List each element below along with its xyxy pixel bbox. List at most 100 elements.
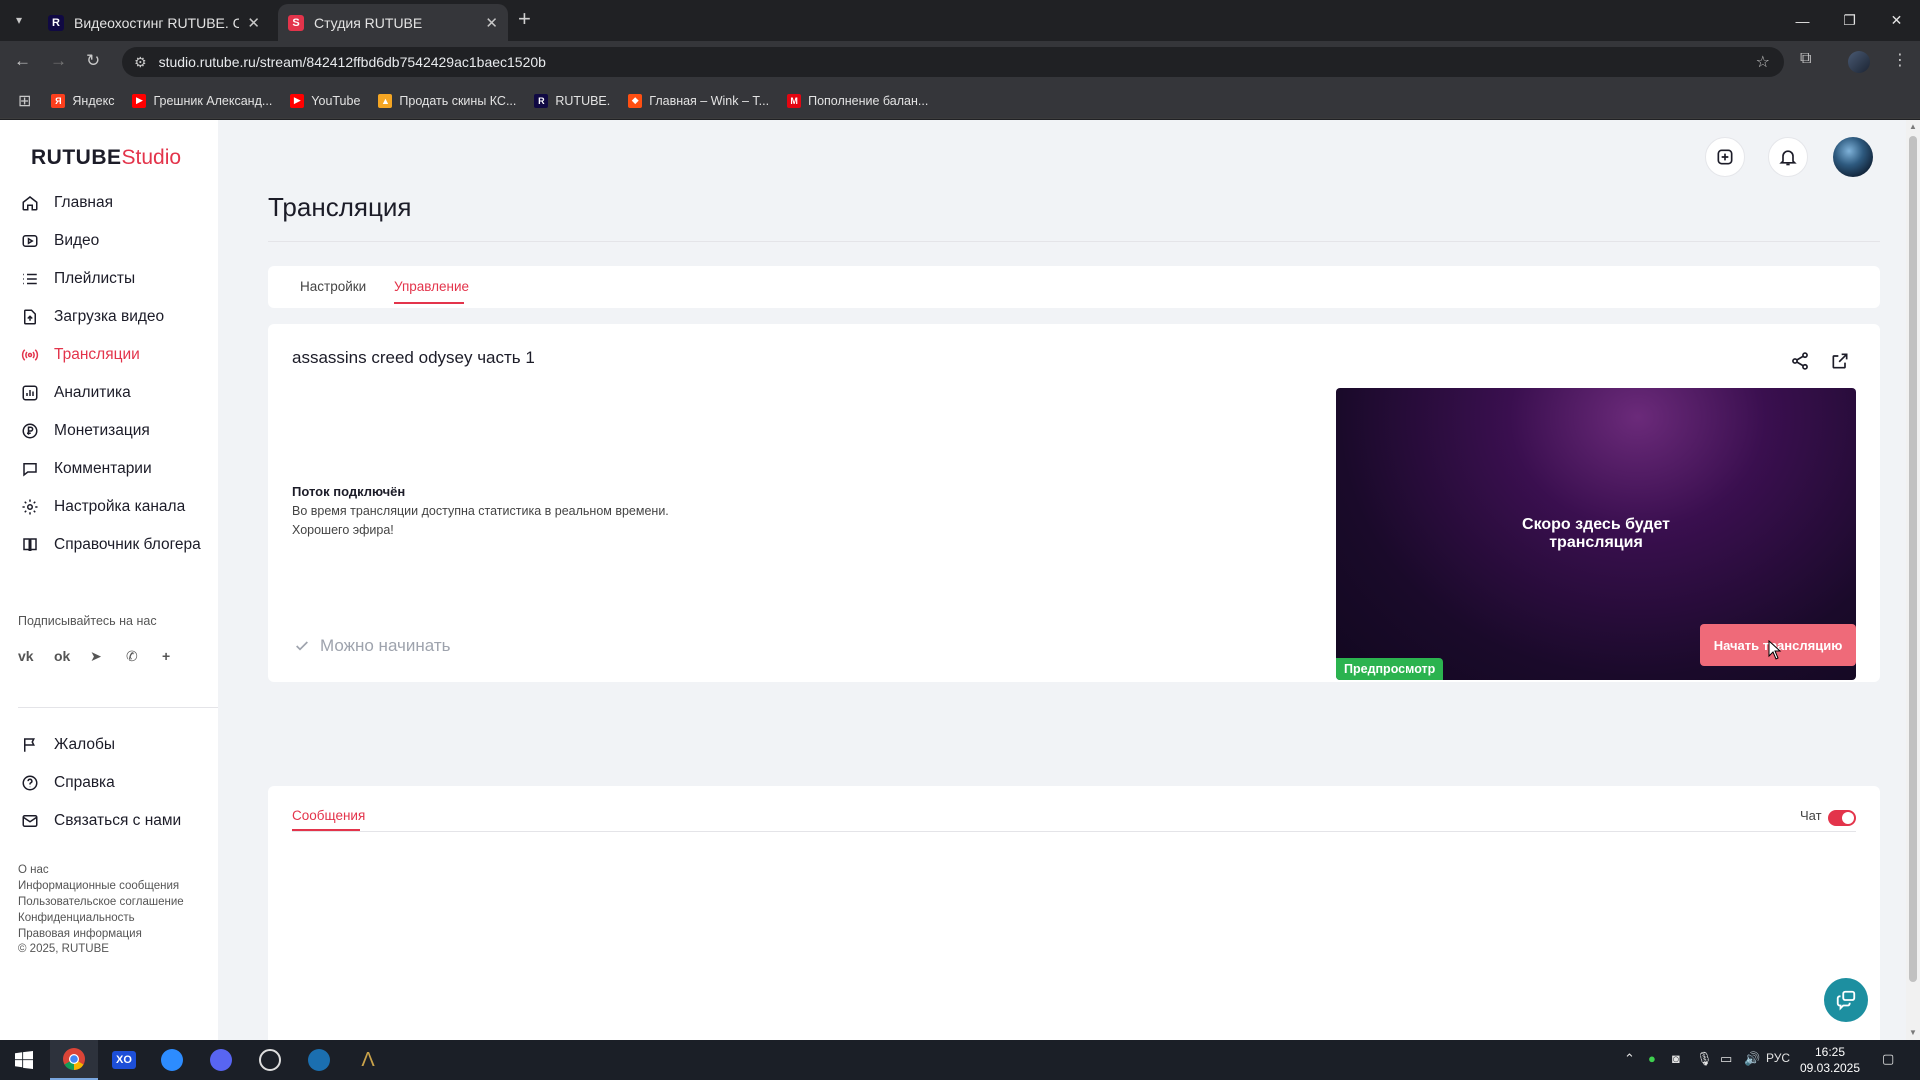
windows-start-icon[interactable] bbox=[0, 1040, 48, 1080]
apps-grid-icon[interactable]: ⊞ bbox=[18, 91, 31, 111]
comments-icon bbox=[20, 459, 40, 479]
ok-icon[interactable]: ok bbox=[54, 644, 90, 668]
wink-icon: ◆ bbox=[628, 93, 643, 108]
sidebar-item-analytics[interactable]: Аналитика bbox=[0, 374, 218, 412]
upload-icon bbox=[20, 307, 40, 327]
sidebar-item-upload[interactable]: Загрузка видео bbox=[0, 298, 218, 336]
bookmark-item[interactable]: ▲ Продать скины КС... bbox=[378, 93, 516, 108]
restore-icon[interactable]: ❐ bbox=[1826, 0, 1873, 41]
footer-link[interactable]: Пользовательское соглашение bbox=[18, 894, 184, 910]
obs-icon[interactable] bbox=[246, 1040, 294, 1080]
bookmark-item[interactable]: Я Яндекс bbox=[51, 93, 114, 108]
bookmark-item[interactable]: ▶ YouTube bbox=[290, 93, 360, 108]
sidebar-item-blogger-guide[interactable]: Справочник блогера bbox=[0, 526, 218, 564]
window-close-icon[interactable]: ✕ bbox=[1873, 0, 1920, 41]
ready-label: Можно начинать bbox=[320, 636, 451, 655]
extensions-icon[interactable]: ⧉ bbox=[1800, 50, 1811, 68]
support-chat-button[interactable] bbox=[1824, 978, 1868, 1022]
sidebar-item-label: Трансляции bbox=[54, 346, 140, 363]
bookmark-item[interactable]: R RUTUBE. bbox=[534, 93, 610, 108]
camera-icon[interactable]: ◙ bbox=[1672, 1051, 1680, 1066]
user-avatar[interactable] bbox=[1833, 137, 1873, 177]
create-button[interactable] bbox=[1705, 137, 1745, 177]
clock[interactable]: 16:25 09.03.2025 bbox=[1790, 1044, 1870, 1076]
steam-icon[interactable] bbox=[295, 1040, 343, 1080]
network-icon[interactable]: ▭ bbox=[1720, 1051, 1732, 1067]
address-bar[interactable]: ⚙ studio.rutube.ru/stream/842412ffbd6db7… bbox=[122, 47, 1784, 77]
bookmark-item[interactable]: ◆ Главная – Wink – Т... bbox=[628, 93, 769, 108]
close-tab-icon[interactable]: ✕ bbox=[247, 14, 260, 32]
bookmark-item[interactable]: ▶ Грешник Александ... bbox=[132, 93, 272, 108]
game-app-icon[interactable]: Λ bbox=[344, 1040, 392, 1080]
scrollbar-thumb[interactable] bbox=[1909, 136, 1917, 982]
browser-tab-studio[interactable]: S Студия RUTUBE ✕ bbox=[278, 4, 508, 41]
language-indicator[interactable]: РУС bbox=[1766, 1051, 1790, 1065]
zoom-app-icon[interactable] bbox=[148, 1040, 196, 1080]
reload-icon[interactable]: ↻ bbox=[86, 51, 100, 71]
discord-icon[interactable] bbox=[197, 1040, 245, 1080]
tab-messages[interactable]: Сообщения bbox=[292, 808, 365, 823]
preview-text-line: Скоро здесь будет bbox=[1522, 516, 1670, 533]
chat-divider bbox=[292, 831, 1856, 832]
share-icon[interactable] bbox=[1790, 351, 1810, 376]
browser-profile-avatar[interactable] bbox=[1848, 51, 1870, 73]
viber-icon[interactable]: ✆ bbox=[126, 644, 162, 668]
sidebar-item-broadcasts[interactable]: Трансляции bbox=[0, 336, 218, 374]
browser-tab-rutube[interactable]: R Видеохостинг RUTUBE. Смотр ✕ bbox=[38, 4, 270, 41]
social-links: vk ok ➤ ✆ + bbox=[18, 644, 198, 668]
tab-settings[interactable]: Настройки bbox=[300, 279, 366, 294]
microphone-icon[interactable]: 🎙 bbox=[1696, 1051, 1713, 1067]
footer-link[interactable]: Информационные сообщения bbox=[18, 878, 184, 894]
sidebar-item-home[interactable]: Главная bbox=[0, 184, 218, 222]
sidebar-secondary-menu: Жалобы Справка Связаться с нами bbox=[0, 726, 218, 840]
back-icon[interactable]: ← bbox=[14, 51, 31, 71]
sidebar-item-monetization[interactable]: Монетизация bbox=[0, 412, 218, 450]
shield-icon[interactable]: ● bbox=[1648, 1051, 1656, 1066]
sidebar-item-complaints[interactable]: Жалобы bbox=[0, 726, 218, 764]
plus-square-icon bbox=[1717, 149, 1733, 165]
tab-management[interactable]: Управление bbox=[394, 279, 469, 294]
volume-icon[interactable]: 🔊 bbox=[1744, 1051, 1760, 1067]
notification-center-icon[interactable]: ▢ bbox=[1882, 1051, 1894, 1067]
vk-icon[interactable]: vk bbox=[18, 644, 54, 668]
tab-search-button[interactable]: ▾ bbox=[6, 8, 32, 32]
scroll-down-icon[interactable]: ▼ bbox=[1909, 1028, 1917, 1037]
telegram-icon[interactable]: ➤ bbox=[90, 644, 126, 668]
sidebar-item-label: Плейлисты bbox=[54, 270, 136, 287]
flag-icon bbox=[20, 735, 40, 755]
sidebar: RUTUBEStudio Главная Видео Плейлисты Заг… bbox=[0, 120, 218, 1040]
forward-icon[interactable]: → bbox=[50, 51, 67, 71]
footer-link[interactable]: Конфиденциальность bbox=[18, 910, 184, 926]
minimize-icon[interactable]: — bbox=[1779, 0, 1826, 41]
page-tabs: Настройки Управление bbox=[268, 266, 1880, 308]
tray-overflow-icon[interactable]: ⌃ bbox=[1624, 1051, 1635, 1067]
sidebar-item-help[interactable]: Справка bbox=[0, 764, 218, 802]
bookmark-item[interactable]: M Пополнение балан... bbox=[787, 93, 928, 108]
open-external-icon[interactable] bbox=[1830, 351, 1850, 376]
sidebar-item-video[interactable]: Видео bbox=[0, 222, 218, 260]
more-icon[interactable]: + bbox=[162, 644, 198, 668]
rutube-studio-logo[interactable]: RUTUBEStudio bbox=[31, 146, 181, 170]
chrome-icon[interactable] bbox=[50, 1040, 98, 1080]
new-tab-icon[interactable]: + bbox=[518, 8, 531, 30]
xbox-icon[interactable]: XO bbox=[100, 1040, 148, 1080]
sidebar-item-comments[interactable]: Комментарии bbox=[0, 450, 218, 488]
notifications-button[interactable] bbox=[1768, 137, 1808, 177]
sidebar-item-label: Видео bbox=[54, 232, 100, 249]
stream-status-title: Поток подключён bbox=[292, 484, 406, 499]
footer-link[interactable]: О нас bbox=[18, 862, 184, 878]
mouse-cursor-icon bbox=[1768, 640, 1782, 660]
youtube-icon: ▶ bbox=[290, 93, 305, 108]
page-scrollbar[interactable]: ▲ ▼ bbox=[1906, 120, 1920, 1040]
chat-toggle[interactable] bbox=[1828, 810, 1856, 826]
bookmark-star-icon[interactable]: ☆ bbox=[1756, 52, 1770, 72]
sidebar-item-channel-settings[interactable]: Настройка канала bbox=[0, 488, 218, 526]
copyright: © 2025, RUTUBE bbox=[18, 943, 109, 955]
scroll-up-icon[interactable]: ▲ bbox=[1909, 122, 1917, 131]
site-info-icon[interactable]: ⚙ bbox=[134, 54, 147, 71]
browser-menu-icon[interactable]: ⋮ bbox=[1892, 50, 1908, 70]
footer-link[interactable]: Правовая информация bbox=[18, 926, 184, 942]
close-tab-icon[interactable]: ✕ bbox=[485, 14, 498, 32]
sidebar-item-contact[interactable]: Связаться с нами bbox=[0, 802, 218, 840]
sidebar-item-playlists[interactable]: Плейлисты bbox=[0, 260, 218, 298]
